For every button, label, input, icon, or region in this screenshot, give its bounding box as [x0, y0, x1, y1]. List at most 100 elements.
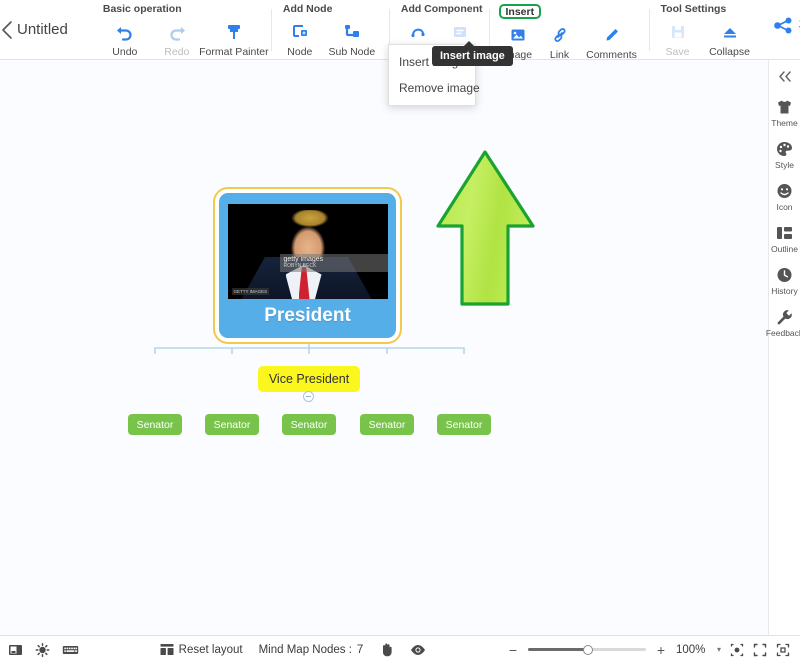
palette-icon	[776, 139, 793, 159]
node-collapse-toggle[interactable]	[303, 391, 314, 402]
toolbar-label-format-painter: Format Painter	[199, 46, 269, 58]
reset-layout-icon	[160, 643, 174, 656]
bottom-status-bar: Reset layout Mind Map Nodes : 7 − + 100%…	[0, 635, 800, 663]
add-node-icon	[291, 21, 309, 43]
node-label-vice-president: Vice President	[268, 372, 350, 386]
node-count-group: Mind Map Nodes : 7	[259, 644, 364, 656]
toolbar-button-sub-node[interactable]: Sub Node	[321, 18, 383, 58]
zoom-slider[interactable]	[527, 643, 646, 657]
outline-layout-icon	[776, 223, 793, 243]
format-painter-icon	[225, 21, 243, 43]
toolbar-label-save: Save	[665, 46, 690, 58]
share-button[interactable]: Share	[768, 8, 800, 42]
sidebar-item-icon[interactable]: Icon	[769, 181, 800, 212]
mindmap-node-senator-2[interactable]: Senator	[205, 414, 259, 435]
right-sidebar: Theme Style Icon Outline History Feedbac…	[765, 60, 800, 635]
link-icon	[551, 24, 569, 46]
group-title-add-node: Add Node	[282, 3, 333, 15]
collapse-icon	[721, 21, 739, 43]
mindmap-node-vice-president[interactable]: Vice President	[258, 366, 360, 392]
group-title-basic-operation: Basic operation	[102, 3, 182, 15]
sidebar-collapse-button[interactable]	[777, 70, 792, 83]
chevron-left-icon	[2, 21, 12, 39]
hand-tool-icon[interactable]	[379, 642, 394, 657]
presentation-icon[interactable]	[8, 643, 23, 657]
toolbar-button-format-painter[interactable]: Format Painter	[199, 18, 269, 58]
zoom-controls: − + 100% ▾	[507, 642, 800, 658]
watermark-subtext: ROBYN BECK	[283, 263, 317, 269]
double-chevron-left-icon	[779, 71, 791, 82]
node-label-senator-1: Senator	[136, 418, 174, 431]
bottom-center-controls: Reset layout Mind Map Nodes : 7	[160, 642, 427, 657]
insert-image-tooltip: Insert image	[432, 41, 513, 66]
keyboard-icon[interactable]	[62, 643, 79, 657]
toolbar-label-collapse: Collapse	[709, 46, 750, 58]
mindmap-node-senator-1[interactable]: Senator	[128, 414, 182, 435]
toolbar-group-add-node: Add Node Node Sub Node	[272, 3, 390, 58]
node-label-president: President	[264, 305, 351, 326]
fullscreen-icon[interactable]	[776, 643, 790, 657]
connector-lines	[154, 278, 465, 354]
zoom-slider-handle[interactable]	[582, 644, 593, 655]
center-target-icon[interactable]	[730, 643, 744, 657]
toolbar-button-save[interactable]: Save	[657, 18, 699, 58]
toolbar-button-node[interactable]: Node	[279, 18, 321, 58]
node-label-senator-3: Senator	[290, 418, 328, 431]
toolbar-button-link[interactable]: Link	[539, 21, 581, 61]
mindmap-canvas[interactable]: getty images ROBYN BECK GETTY IMAGES Pre…	[0, 60, 768, 635]
node-label-senator-4: Senator	[368, 418, 406, 431]
node-label-senator-2: Senator	[213, 418, 251, 431]
toolbar-button-collapse[interactable]: Collapse	[699, 18, 761, 58]
back-button[interactable]	[0, 0, 13, 60]
sidebar-label-history: History	[771, 286, 798, 296]
mindmap-node-senator-5[interactable]: Senator	[437, 414, 491, 435]
reset-layout-button[interactable]: Reset layout	[160, 643, 243, 656]
toolbar-label-node: Node	[287, 46, 313, 58]
bottom-left-icons	[0, 642, 79, 657]
mindmap-node-senator-3[interactable]: Senator	[282, 414, 336, 435]
tshirt-icon	[776, 97, 793, 117]
sidebar-item-outline[interactable]: Outline	[769, 223, 800, 254]
document-title[interactable]: Untitled	[13, 0, 68, 60]
sidebar-label-feedback: Feedback	[765, 328, 800, 338]
node-label-senator-5: Senator	[445, 418, 483, 431]
sidebar-item-theme[interactable]: Theme	[769, 97, 800, 128]
save-disk-icon	[669, 21, 687, 43]
zoom-in-button[interactable]: +	[655, 642, 667, 658]
mindmap-node-president[interactable]: getty images ROBYN BECK GETTY IMAGES Pre…	[219, 193, 396, 338]
toolbar-label-redo: Redo	[164, 46, 190, 58]
group-title-insert: Insert	[498, 4, 542, 19]
fit-screen-icon[interactable]	[753, 643, 767, 657]
group-title-add-component: Add Component	[400, 3, 483, 15]
chevron-down-icon[interactable]: ▾	[717, 645, 721, 654]
image-credit: GETTY IMAGES	[231, 288, 270, 295]
relation-icon	[409, 21, 427, 43]
toolbar-group-basic-operation: Basic operation Undo Redo Format Painter	[92, 3, 272, 58]
toolbar-group-tool-settings: Tool Settings Save Collapse	[650, 3, 768, 58]
summary-icon	[451, 21, 469, 43]
image-icon	[509, 24, 527, 46]
node-count-label: Mind Map Nodes :	[258, 643, 352, 656]
mindmap-node-senator-4[interactable]: Senator	[360, 414, 414, 435]
watermark-text: getty images	[283, 256, 324, 263]
toolbar-label-undo: Undo	[112, 46, 138, 58]
menu-item-remove-image[interactable]: Remove image	[389, 75, 480, 101]
node-count-value: 7	[356, 643, 364, 656]
redo-arrow-icon	[167, 21, 187, 43]
zoom-percent-label: 100%	[675, 643, 706, 656]
share-nodes-icon	[773, 17, 793, 34]
eye-icon[interactable]	[410, 644, 426, 656]
reset-layout-label: Reset layout	[178, 643, 243, 656]
up-arrow-shape[interactable]	[434, 148, 537, 308]
wrench-icon	[776, 307, 793, 327]
sidebar-item-history[interactable]: History	[769, 265, 800, 296]
sidebar-label-theme: Theme	[771, 118, 798, 128]
toolbar-button-redo[interactable]: Redo	[151, 18, 203, 58]
zoom-out-button[interactable]: −	[507, 642, 519, 658]
comments-pencil-icon	[603, 24, 621, 46]
toolbar-button-comments[interactable]: Comments	[581, 21, 643, 61]
toolbar-button-undo[interactable]: Undo	[99, 18, 151, 58]
sidebar-item-style[interactable]: Style	[769, 139, 800, 170]
sidebar-item-feedback[interactable]: Feedback	[765, 307, 800, 338]
brightness-icon[interactable]	[35, 642, 50, 657]
